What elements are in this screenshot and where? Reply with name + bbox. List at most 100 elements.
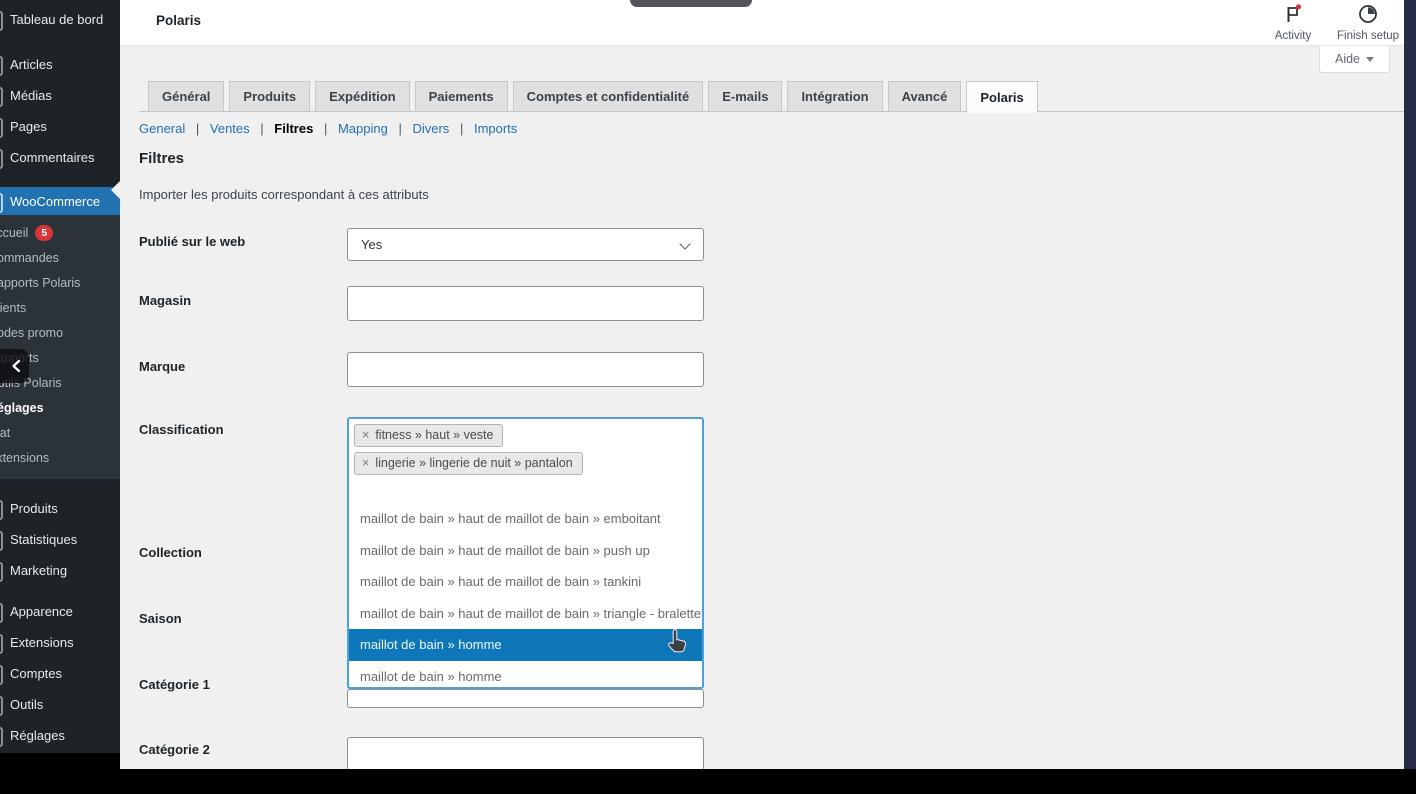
dropdown-option[interactable]: maillot de bain » homme — [349, 661, 702, 690]
sidebar-item-label: Produits — [10, 501, 58, 516]
submenu-item[interactable]: Réglages — [0, 396, 120, 421]
sidebar-item[interactable]: Commentaires — [0, 142, 120, 173]
settings-tab[interactable]: Général — [148, 81, 224, 112]
menu-item-icon — [0, 149, 3, 169]
marque-label: Marque — [139, 359, 185, 374]
subnav-link-label: Filtres — [274, 121, 313, 136]
tab-label: Expédition — [329, 89, 395, 104]
sidebar-item[interactable]: Extensions — [0, 627, 120, 658]
finish-setup-label: Finish setup — [1337, 30, 1399, 42]
selected-tag[interactable]: × fitness » haut » veste — [354, 424, 503, 447]
tab-label: Produits — [243, 89, 296, 104]
sidebar-item[interactable]: Articles — [0, 49, 120, 80]
published-select[interactable]: Yes — [347, 228, 704, 261]
settings-tab[interactable]: Intégration — [787, 81, 882, 112]
settings-tab[interactable]: Polaris — [966, 81, 1037, 113]
sidebar-item-label: Apparence — [10, 604, 73, 619]
background-window-strip — [1404, 0, 1416, 769]
menu-item-icon — [0, 118, 3, 138]
sidebar-item[interactable]: Pages — [0, 111, 120, 142]
settings-tab[interactable]: Paiements — [415, 81, 508, 112]
classification-multiselect[interactable]: × fitness » haut » veste × lingerie » li… — [347, 417, 704, 689]
categorie1-input[interactable] — [347, 689, 704, 708]
menu-item-icon — [0, 562, 3, 582]
sidebar-item[interactable]: Outils — [0, 689, 120, 720]
submenu-item[interactable]: Commandes — [0, 246, 120, 271]
published-label: Publié sur le web — [139, 234, 245, 249]
subnav-link[interactable]: Divers — [409, 121, 470, 136]
settings-subnav: General Ventes Filtres Mapping Divers Im… — [139, 121, 517, 136]
activity-label: Activity — [1275, 30, 1311, 42]
sidebar-item[interactable]: Réglages — [0, 720, 120, 751]
dropdown-option[interactable]: maillot de bain » haut de maillot de bai… — [349, 535, 702, 567]
sidebar-item-label: Articles — [10, 57, 53, 72]
settings-tab[interactable]: Avancé — [888, 81, 962, 112]
subnav-link-label: Divers — [412, 121, 449, 136]
finish-setup-button[interactable]: Finish setup — [1326, 4, 1410, 42]
sidebar-item-woocommerce[interactable]: WooCommerce — [0, 187, 120, 215]
help-button[interactable]: Aide — [1319, 46, 1390, 73]
settings-tab[interactable]: Expédition — [315, 81, 409, 112]
subnav-link[interactable]: Ventes — [206, 121, 270, 136]
current-menu-arrow — [111, 181, 120, 199]
remove-tag-icon[interactable]: × — [362, 428, 369, 442]
dropdown-option[interactable]: maillot de bain » haut de maillot de bai… — [349, 503, 702, 535]
sidebar-item-label: Réglages — [10, 728, 65, 743]
sidebar-item[interactable]: Apparence — [0, 596, 120, 627]
magasin-input[interactable] — [347, 286, 704, 321]
sidebar-item-label: WooCommerce — [10, 194, 100, 209]
sidebar-item[interactable]: Statistiques — [0, 524, 120, 555]
subnav-link[interactable]: Imports — [470, 121, 517, 136]
sidebar-item[interactable]: Tableau de bord — [0, 4, 120, 35]
sidebar-item[interactable]: Comptes — [0, 658, 120, 689]
remove-tag-icon[interactable]: × — [362, 456, 369, 470]
submenu-item-label: État — [0, 426, 10, 440]
sidebar-item-label: Médias — [10, 88, 52, 103]
sidebar-item-label: Statistiques — [10, 532, 77, 547]
menu-item-icon — [0, 11, 3, 31]
sidebar-item[interactable]: Produits — [0, 493, 120, 524]
subnav-link-label: Imports — [474, 121, 517, 136]
collection-label: Collection — [139, 545, 202, 560]
sidebar-item-label: Outils — [10, 697, 43, 712]
published-select-value: Yes — [361, 237, 382, 252]
submenu-item[interactable]: État — [0, 421, 120, 446]
dropdown-option[interactable]: maillot de bain » haut de maillot de bai… — [349, 566, 702, 598]
dropdown-option-label: maillot de bain » haut de maillot de bai… — [360, 606, 701, 621]
sidebar-menu-bottom: Produits Statistiques Marketing Apparenc… — [0, 493, 120, 753]
woocommerce-submenu: Accueil5 Commandes Rapports Polaris Clie… — [0, 215, 120, 479]
settings-tab[interactable]: E-mails — [708, 81, 782, 112]
subnav-link-label: Ventes — [210, 121, 250, 136]
sidebar-item-label: Pages — [10, 119, 47, 134]
selected-tag[interactable]: × lingerie » lingerie de nuit » pantalon — [354, 452, 583, 475]
settings-tab[interactable]: Produits — [229, 81, 310, 112]
submenu-item[interactable]: Extensions — [0, 446, 120, 471]
notification-badge: 5 — [35, 225, 53, 241]
tab-label: Paiements — [429, 89, 494, 104]
tab-label: E-mails — [722, 89, 768, 104]
subnav-link-label: Mapping — [338, 121, 388, 136]
marque-input[interactable] — [347, 352, 704, 387]
submenu-item[interactable]: Accueil5 — [0, 221, 120, 246]
categorie2-input[interactable] — [347, 737, 704, 771]
back-button[interactable] — [0, 349, 29, 383]
help-label: Aide — [1335, 52, 1360, 66]
categorie2-label: Catégorie 2 — [139, 742, 210, 757]
settings-tab[interactable]: Comptes et confidentialité — [513, 81, 704, 112]
submenu-item[interactable]: Codes promo — [0, 321, 120, 346]
main-content: Polaris Activity Finish setup Aide — [120, 0, 1416, 769]
tab-label: Avancé — [902, 89, 948, 104]
sidebar-item[interactable]: Médias — [0, 80, 120, 111]
sidebar-menu-top: Tableau de bord Articles Médias Pages Co… — [0, 4, 120, 173]
subnav-link[interactable]: General — [139, 121, 206, 136]
dropdown-option[interactable]: maillot de bain » haut de maillot de bai… — [349, 598, 702, 630]
sidebar-item[interactable]: Marketing — [0, 555, 120, 586]
dropdown-option[interactable]: maillot de bain » homme — [349, 629, 702, 661]
subnav-link[interactable]: Filtres — [271, 121, 335, 136]
activity-button[interactable]: Activity — [1264, 4, 1322, 42]
submenu-item[interactable]: Rapports Polaris — [0, 271, 120, 296]
subnav-link[interactable]: Mapping — [334, 121, 409, 136]
chevron-left-icon — [9, 358, 25, 374]
letterbox-bottom-bar — [0, 769, 1416, 794]
submenu-item[interactable]: Clients — [0, 296, 120, 321]
